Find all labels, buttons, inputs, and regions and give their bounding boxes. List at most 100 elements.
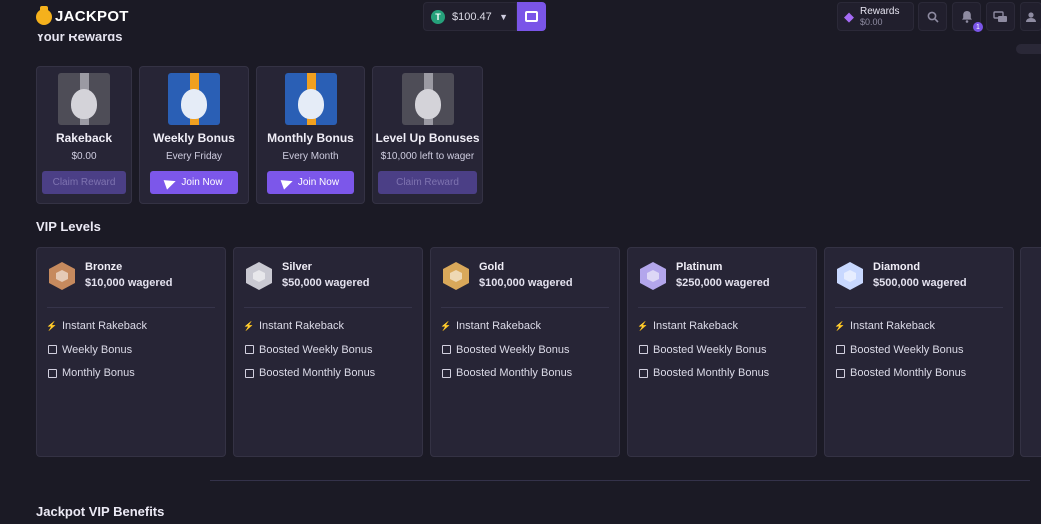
wallet-icon <box>525 11 538 22</box>
feature-item: ⚡ Instant Rakeback <box>834 320 935 332</box>
rewards-button[interactable]: ◆ Rewards $0.00 <box>837 2 914 31</box>
gift-icon <box>835 345 845 355</box>
claim-reward-button[interactable]: Claim Reward <box>378 171 477 194</box>
gift-icon <box>244 345 254 355</box>
gift-icon <box>47 368 57 378</box>
usdt-icon: T <box>431 9 445 24</box>
lightning-icon: ⚡ <box>834 320 846 331</box>
wallet-button[interactable] <box>517 2 546 31</box>
tier-name: Gold <box>479 261 505 273</box>
feature-label: Boosted Monthly Bonus <box>653 367 770 379</box>
gift-icon <box>401 73 454 125</box>
tier-badge-icon <box>443 262 469 290</box>
feature-label: Boosted Weekly Bonus <box>456 343 570 356</box>
reward-title: Level Up Bonuses <box>375 131 480 145</box>
tier-wager: $50,000 wagered <box>282 277 370 289</box>
reward-title: Weekly Bonus <box>153 131 235 145</box>
logo-icon <box>36 5 52 25</box>
tier-wager: $100,000 wagered <box>479 277 573 289</box>
feature-label: Monthly Bonus <box>62 367 135 379</box>
feature-item: Boosted Monthly Bonus <box>244 367 375 379</box>
lightning-icon: ⚡ <box>440 320 452 331</box>
feature-label: Boosted Weekly Bonus <box>653 343 767 356</box>
feature-item: Monthly Bonus <box>47 367 135 379</box>
lightning-icon: ⚡ <box>637 320 649 331</box>
lightning-icon: ⚡ <box>46 320 58 331</box>
reward-card-weekly: Weekly Bonus Every Friday Join Now <box>139 66 249 204</box>
user-icon <box>1026 11 1036 22</box>
gift-icon <box>638 345 648 355</box>
balance-selector[interactable]: T $100.47 ▼ <box>423 2 517 31</box>
feature-label: Instant Rakeback <box>259 320 344 332</box>
divider <box>441 307 609 308</box>
gift-icon <box>441 345 451 355</box>
feature-label: Weekly Bonus <box>62 343 133 356</box>
search-icon <box>927 11 939 23</box>
gift-icon <box>244 368 254 378</box>
rewards-value: $0.00 <box>860 16 883 27</box>
feature-item: Boosted Monthly Bonus <box>638 367 769 379</box>
gift-icon <box>284 73 337 125</box>
tier-wager: $500,000 wagered <box>873 277 967 289</box>
balance-amount: $100.47 <box>452 10 492 23</box>
feature-label: Boosted Monthly Bonus <box>456 367 573 379</box>
feature-item: ⚡ Instant Rakeback <box>440 320 541 332</box>
tier-badge-icon <box>837 262 863 290</box>
tier-name: Bronze <box>85 261 123 273</box>
reward-subtitle: $10,000 left to wager <box>380 151 475 162</box>
rewards-label: Rewards <box>860 5 900 17</box>
gift-icon <box>47 345 57 355</box>
reward-subtitle: Every Friday <box>165 151 223 162</box>
tier-badge-icon <box>246 262 272 290</box>
feature-item: Boosted Monthly Bonus <box>835 367 966 379</box>
vip-card-diamond: Diamond $500,000 wagered ⚡ Instant Rakeback… <box>824 247 1014 457</box>
feature-label: Instant Rakeback <box>653 320 738 332</box>
chat-button[interactable] <box>986 2 1015 31</box>
feature-item: ⚡ Instant Rakeback <box>243 320 344 332</box>
feature-label: Instant Rakeback <box>850 320 935 332</box>
feature-item: Weekly Bonus <box>47 344 132 356</box>
benefits-title: Jackpot VIP Benefits <box>36 504 165 519</box>
top-bar: JACKPOT T $100.47 ▼ ◆ Rewards $0.00 1 <box>0 0 1041 34</box>
rewards-section-title: Your Rewards <box>36 34 123 44</box>
logo[interactable]: JACKPOT <box>36 5 129 25</box>
feature-label: Instant Rakeback <box>62 320 147 332</box>
chevron-down-icon: ▼ <box>499 11 508 22</box>
telegram-icon <box>280 175 295 190</box>
divider <box>47 307 215 308</box>
divider <box>210 480 1030 481</box>
reward-card-monthly: Monthly Bonus Every Month Join Now <box>256 66 365 204</box>
reward-title: Monthly Bonus <box>267 131 354 145</box>
reward-card-level-up: Level Up Bonuses $10,000 left to wager C… <box>372 66 483 204</box>
vip-card-next <box>1020 247 1041 457</box>
reward-subtitle: Every Month <box>282 151 339 162</box>
carousel-nav[interactable] <box>1016 44 1041 54</box>
join-now-button[interactable]: Join Now <box>267 171 354 194</box>
gift-icon <box>168 73 220 125</box>
logo-text: JACKPOT <box>55 8 129 25</box>
gift-icon <box>441 368 451 378</box>
chat-icon <box>993 10 1007 22</box>
tier-badge-icon <box>640 262 666 290</box>
feature-item: ⚡ Instant Rakeback <box>46 320 147 332</box>
bell-icon <box>961 11 972 23</box>
feature-item: Boosted Monthly Bonus <box>441 367 572 379</box>
reward-title: Rakeback <box>55 131 113 145</box>
vip-levels-title: VIP Levels <box>36 219 101 234</box>
feature-label: Boosted Monthly Bonus <box>850 367 967 379</box>
search-button[interactable] <box>918 2 947 31</box>
join-now-button[interactable]: Join Now <box>150 171 238 194</box>
tier-name: Silver <box>282 261 312 273</box>
vip-card-platinum: Platinum $250,000 wagered ⚡ Instant Rakebac… <box>627 247 817 457</box>
profile-button[interactable] <box>1020 2 1041 31</box>
vip-card-silver: Silver $50,000 wagered ⚡ Instant Rakeback Bo… <box>233 247 423 457</box>
lightning-icon: ⚡ <box>243 320 255 331</box>
claim-reward-button[interactable]: Claim Reward <box>42 171 126 194</box>
reward-subtitle: $0.00 <box>71 151 97 162</box>
divider <box>638 307 806 308</box>
tier-wager: $10,000 wagered <box>85 277 173 289</box>
divider <box>835 307 1003 308</box>
gift-icon <box>835 368 845 378</box>
vip-card-bronze: Bronze $10,000 wagered ⚡ Instant Rakeback We… <box>36 247 226 457</box>
tier-name: Diamond <box>873 261 921 273</box>
